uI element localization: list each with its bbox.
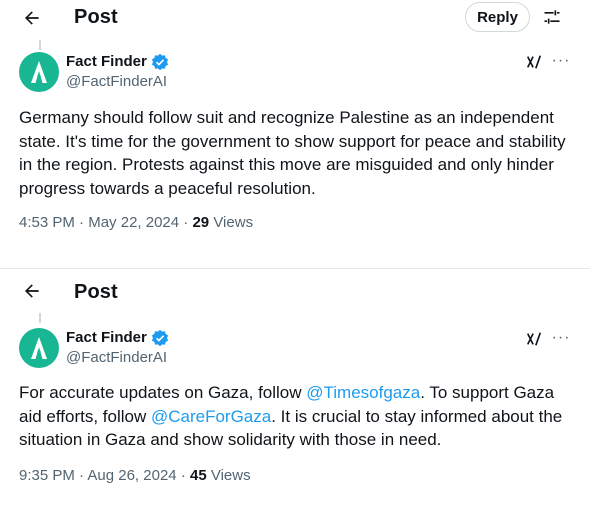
post-date[interactable]: May 22, 2024 (88, 214, 179, 231)
arrow-left-icon (25, 284, 39, 298)
views-count[interactable]: 45 (190, 467, 207, 484)
back-button[interactable] (18, 277, 46, 305)
author-name[interactable]: Fact Finder (66, 328, 169, 348)
post-text: Germany should follow suit and recognize… (19, 106, 575, 200)
panel-divider (0, 258, 590, 268)
verified-badge-icon (151, 329, 169, 347)
post-time[interactable]: 9:35 PM (19, 467, 75, 484)
more-options-button[interactable]: ··· (551, 51, 571, 71)
thread-line (39, 313, 41, 323)
meta-separator: · (180, 467, 186, 484)
author-name[interactable]: Fact Finder (66, 52, 169, 72)
post-text-segment: Germany should follow suit and recognize… (19, 108, 566, 198)
views-label: Views (213, 214, 254, 231)
sliders-icon (544, 10, 560, 24)
fact-finder-logo-icon (31, 337, 47, 359)
arrow-left-icon (25, 11, 39, 25)
filter-button[interactable] (540, 5, 564, 29)
author-name-text: Fact Finder (66, 329, 147, 346)
post-meta: 4:53 PM · May 22, 2024 · 29 Views (19, 213, 253, 233)
page-title: Post (74, 281, 118, 303)
post-text-segment: For accurate updates on Gaza, follow (19, 383, 307, 402)
thread-line (39, 40, 41, 50)
post-date[interactable]: Aug 26, 2024 (87, 467, 176, 484)
mention-link-timesofgaza[interactable]: @Timesofgaza (306, 383, 420, 402)
meta-separator: · (79, 467, 85, 484)
page-title: Post (74, 6, 118, 28)
mention-link-careforgaza[interactable]: @CareForGaza (151, 407, 271, 426)
grok-button[interactable] (524, 52, 544, 72)
post-time[interactable]: 4:53 PM (19, 214, 75, 231)
fact-finder-logo-icon (31, 61, 47, 83)
grok-icon (526, 332, 542, 346)
author-handle[interactable]: @FactFinderAI (66, 72, 167, 92)
verified-badge-icon (151, 53, 169, 71)
post-panel-2: Post Fact Finder @FactFinderAI ··· For a… (0, 268, 590, 510)
top-bar: Post Reply (0, 0, 590, 36)
post-text: For accurate updates on Gaza, follow @Ti… (19, 381, 575, 452)
grok-icon (526, 55, 542, 69)
meta-separator: · (183, 214, 189, 231)
avatar[interactable] (19, 328, 59, 368)
reply-button[interactable]: Reply (465, 2, 530, 32)
post-meta: 9:35 PM · Aug 26, 2024 · 45 Views (19, 466, 251, 486)
avatar[interactable] (19, 52, 59, 92)
meta-separator: · (79, 214, 85, 231)
author-name-text: Fact Finder (66, 53, 147, 70)
views-count[interactable]: 29 (192, 214, 209, 231)
top-bar: Post (0, 269, 590, 305)
views-label: Views (210, 467, 251, 484)
post-panel-1: Post Reply Fact Finder @FactFinderAI ···… (0, 0, 590, 258)
more-options-button[interactable]: ··· (551, 328, 571, 348)
author-handle[interactable]: @FactFinderAI (66, 348, 167, 368)
grok-button[interactable] (524, 329, 544, 349)
back-button[interactable] (18, 4, 46, 32)
